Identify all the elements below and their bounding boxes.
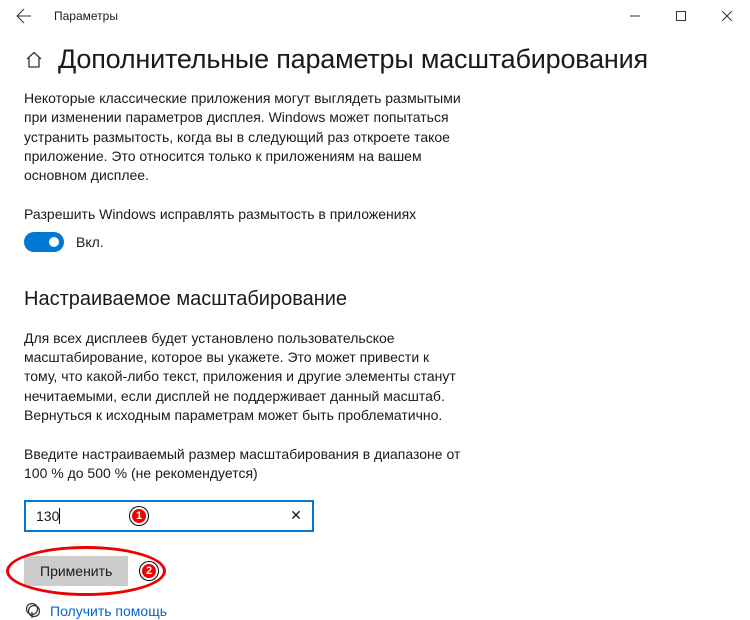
custom-scaling-description: Для всех дисплеев будет установлено поль… — [24, 329, 464, 426]
help-icon — [24, 602, 42, 620]
apply-button[interactable]: Применить — [24, 556, 128, 586]
close-icon — [722, 11, 732, 21]
get-help-link[interactable]: Получить помощь — [50, 603, 167, 619]
content-area: Дополнительные параметры масштабирования… — [0, 32, 750, 620]
titlebar: Параметры — [0, 0, 750, 32]
home-icon[interactable] — [24, 50, 44, 70]
scaling-input-container[interactable]: 130 ✕ 1 — [24, 500, 314, 532]
back-arrow-icon — [16, 8, 32, 24]
blur-fix-description: Некоторые классические приложения могут … — [24, 89, 464, 186]
scaling-input-hint: Введите настраиваемый размер масштабиров… — [24, 445, 484, 484]
minimize-icon — [630, 11, 640, 21]
help-row: Получить помощь — [24, 602, 726, 620]
blur-fix-toggle-label: Разрешить Windows исправлять размытость … — [24, 206, 726, 222]
minimize-button[interactable] — [612, 0, 658, 32]
page-header: Дополнительные параметры масштабирования — [24, 44, 726, 75]
text-cursor — [59, 508, 60, 524]
window-controls — [612, 0, 750, 32]
custom-scaling-title: Настраиваемое масштабирование — [24, 288, 726, 311]
clear-input-button[interactable]: ✕ — [286, 507, 306, 524]
close-button[interactable] — [704, 0, 750, 32]
toggle-status-text: Вкл. — [76, 234, 104, 250]
blur-fix-toggle[interactable] — [24, 232, 64, 252]
annotation-marker-1: 1 — [130, 507, 148, 525]
maximize-button[interactable] — [658, 0, 704, 32]
maximize-icon — [676, 11, 686, 21]
app-title: Параметры — [54, 9, 118, 23]
page-title: Дополнительные параметры масштабирования — [58, 44, 648, 75]
back-button[interactable] — [12, 4, 36, 28]
toggle-knob — [49, 237, 59, 247]
scaling-input-value[interactable]: 130 — [36, 508, 59, 524]
apply-button-row: Применить 2 — [24, 556, 128, 586]
annotation-marker-2: 2 — [140, 562, 158, 580]
blur-fix-toggle-row: Вкл. — [24, 232, 726, 252]
